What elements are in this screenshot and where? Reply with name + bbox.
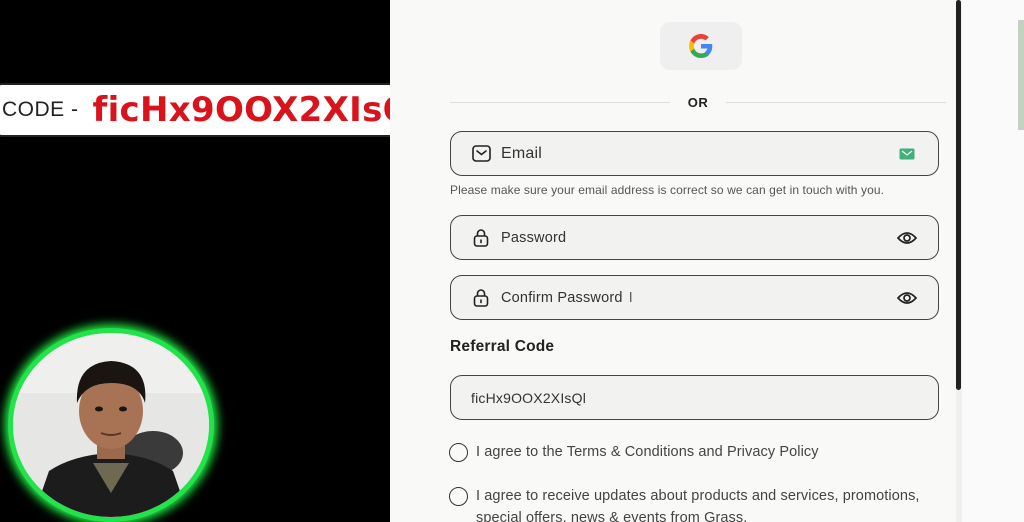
referral-code-value: ficHx9OOX2XIsQl <box>471 389 587 406</box>
terms-checkbox-row[interactable]: I agree to the Terms & Conditions and Pr… <box>449 441 946 463</box>
terms-checkbox[interactable] <box>449 443 468 462</box>
webcam-feed <box>8 328 214 522</box>
password-field[interactable]: Password <box>450 215 939 260</box>
confirm-password-field[interactable]: Confirm Password I <box>450 275 939 320</box>
updates-label: I agree to receive updates about product… <box>476 488 920 522</box>
google-signin-button[interactable] <box>660 22 742 70</box>
divider-line-left <box>450 101 670 103</box>
google-logo-icon <box>689 34 713 58</box>
referral-code-title: Referral Code <box>450 338 555 355</box>
referral-code-banner: CODE - ficHx9OOX2XIsQl <box>0 83 436 137</box>
updates-checkbox-row[interactable]: I agree to receive updates about product… <box>449 485 946 522</box>
eye-icon[interactable] <box>896 227 918 249</box>
lock-icon <box>471 288 491 308</box>
right-edge-panel <box>962 0 1024 522</box>
text-cursor-icon: I <box>628 289 634 306</box>
email-field[interactable]: Email <box>450 131 939 176</box>
or-divider: OR <box>450 92 946 112</box>
webcam-person-image <box>13 333 209 517</box>
autofill-card-icon[interactable] <box>896 143 918 165</box>
updates-checkbox[interactable] <box>449 487 468 506</box>
mail-icon <box>471 144 491 164</box>
confirm-password-placeholder: Confirm Password I <box>501 289 896 306</box>
or-divider-label: OR <box>687 94 709 110</box>
confirm-password-text: Confirm Password <box>501 290 623 306</box>
scrollbar-thumb[interactable] <box>956 0 961 390</box>
terms-label: I agree to the Terms & Conditions and Pr… <box>476 444 819 460</box>
divider-line-right <box>726 101 946 103</box>
email-placeholder: Email <box>501 144 543 162</box>
code-prefix-label: CODE - <box>2 98 79 121</box>
lock-icon <box>471 228 491 248</box>
eye-icon[interactable] <box>896 287 918 309</box>
email-hint-text: Please make sure your email address is c… <box>450 183 885 197</box>
code-value-label: ficHx9OOX2XIsQl <box>92 90 424 130</box>
right-edge-strip <box>1018 20 1024 130</box>
referral-code-input[interactable]: ficHx9OOX2XIsQl <box>450 375 939 420</box>
password-placeholder: Password <box>501 229 567 246</box>
